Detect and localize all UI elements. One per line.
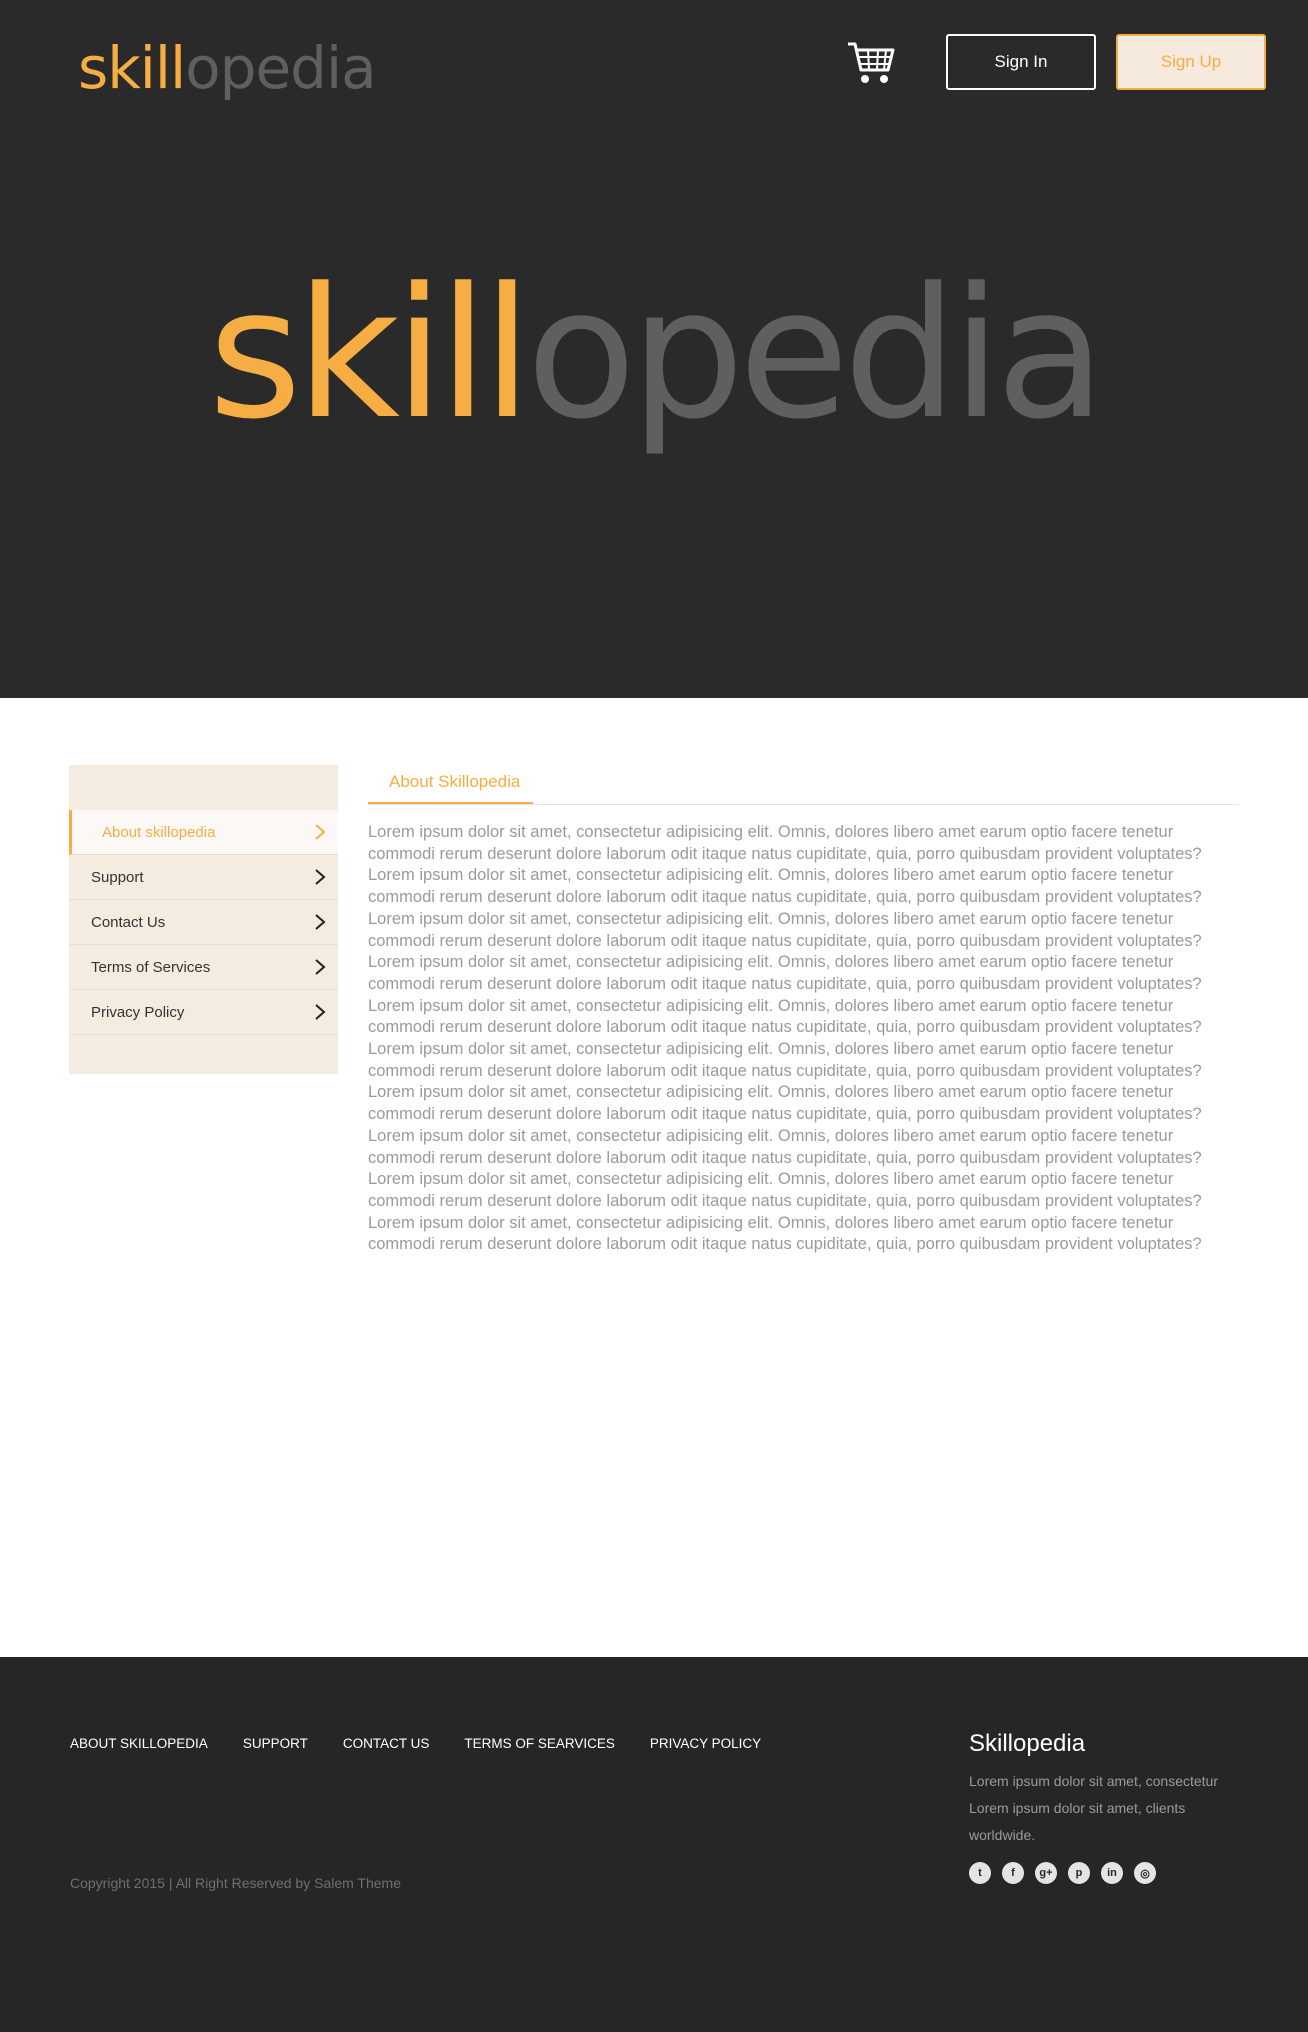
sidebar-item-privacy[interactable]: Privacy Policy [69,990,338,1035]
hero-logo: skillopedia [0,240,1308,470]
sidebar-item-label: About skillopedia [102,823,216,841]
sidebar-item-label: Support [91,868,144,886]
footer-link-contact[interactable]: CONTACT US [343,1736,430,1751]
footer-nav: ABOUT SKILLOPEDIA SUPPORT CONTACT US TER… [70,1736,796,1751]
footer-link-support[interactable]: SUPPORT [243,1736,308,1751]
content-paragraph: Lorem ipsum dolor sit amet, consectetur … [368,1040,1202,1080]
chevron-right-icon [308,1002,338,1022]
content-paragraph: Lorem ipsum dolor sit amet, consectetur … [368,866,1202,907]
content-paragraph: Lorem ipsum dolor sit amet, consectetur … [368,1213,1202,1254]
dribbble-icon[interactable]: ◎ [1134,1862,1156,1884]
sidebar-item-about[interactable]: About skillopedia [69,810,338,855]
hero-logo-skill-text: skill [208,250,532,459]
google-plus-icon[interactable]: g+ [1035,1862,1057,1884]
tab-divider [368,804,1239,805]
social-links: t f g+ p in ◎ [969,1862,1167,1884]
hero-section: skillopedia Sign In Sign Up skillopedia [0,0,1308,698]
footer-link-terms[interactable]: TERMS OF SEARVICES [464,1736,615,1751]
content-paragraph: Lorem ipsum dolor sit amet, consectetur … [368,823,1202,863]
content-paragraph: Lorem ipsum dolor sit amet, consectetur … [368,996,1202,1037]
pinterest-icon[interactable]: p [1068,1862,1090,1884]
footer: ABOUT SKILLOPEDIA SUPPORT CONTACT US TER… [0,1657,1308,2032]
sign-up-button[interactable]: Sign Up [1116,34,1266,90]
chevron-right-icon [308,822,338,842]
content-paragraph: Lorem ipsum dolor sit amet, consectetur … [368,1170,1202,1210]
sidebar-item-label: Terms of Services [91,958,211,976]
sign-in-button[interactable]: Sign In [946,34,1096,90]
hero-logo-opedia-text: opedia [526,250,1106,459]
logo-skill-text: skill [78,34,186,102]
facebook-icon[interactable]: f [1002,1862,1024,1884]
twitter-icon[interactable]: t [969,1862,991,1884]
content-paragraph: Lorem ipsum dolor sit amet, consectetur … [368,1083,1202,1124]
footer-link-privacy[interactable]: PRIVACY POLICY [650,1736,761,1751]
chevron-right-icon [308,957,338,977]
chevron-right-icon [308,912,338,932]
sidebar-menu: About skillopedia Support Contact Us Ter… [69,765,338,1074]
header-logo[interactable]: skillopedia [78,28,377,108]
tab-about-skillopedia[interactable]: About Skillopedia [368,762,533,805]
footer-link-about[interactable]: ABOUT SKILLOPEDIA [70,1736,208,1751]
content-body: Lorem ipsum dolor sit amet, consectetur … [368,822,1238,1256]
content-paragraph: Lorem ipsum dolor sit amet, consectetur … [368,909,1202,950]
linkedin-icon[interactable]: in [1101,1862,1123,1884]
sidebar-item-label: Privacy Policy [91,1003,185,1021]
chevron-right-icon [308,867,338,887]
shopping-cart-icon[interactable] [846,38,896,86]
sidebar-item-label: Contact Us [91,913,166,931]
sidebar-item-terms[interactable]: Terms of Services [69,945,338,990]
footer-brand-title: Skillopedia [969,1730,1086,1757]
sidebar-item-contact[interactable]: Contact Us [69,900,338,945]
sidebar-item-support[interactable]: Support [69,855,338,900]
footer-description: Lorem ipsum dolor sit amet, consectetur … [969,1773,1218,1843]
copyright-text: Copyright 2015 | All Right Reserved by S… [70,1875,401,1891]
content-paragraph: Lorem ipsum dolor sit amet, consectetur … [368,953,1202,993]
logo-opedia-text: opedia [185,34,376,102]
content-paragraph: Lorem ipsum dolor sit amet, consectetur … [368,1126,1202,1167]
